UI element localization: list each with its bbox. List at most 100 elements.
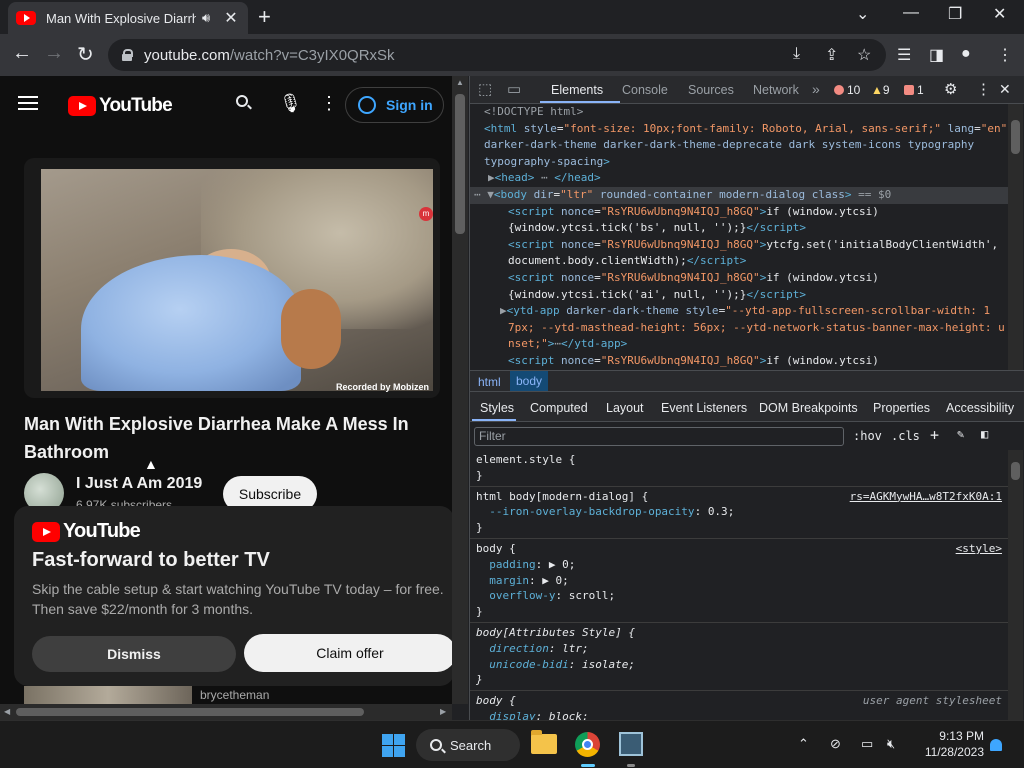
- file-explorer-icon[interactable]: [531, 730, 557, 754]
- rule-source-link[interactable]: <style>: [956, 541, 1002, 557]
- close-tab-icon[interactable]: ✕: [224, 8, 237, 28]
- microphone-icon[interactable]: 🎙︎: [279, 93, 302, 114]
- search-icon[interactable]: [236, 95, 248, 107]
- tab-properties[interactable]: Properties: [873, 401, 930, 415]
- tab-layout[interactable]: Layout: [606, 401, 644, 415]
- dom-line[interactable]: <script nonce="RsYRU6wUbnq9N4IQJ_h8GQ">i…: [470, 204, 1010, 221]
- tab-event-listeners[interactable]: Event Listeners: [661, 401, 747, 415]
- more-tabs-chevron-icon[interactable]: »: [812, 81, 820, 97]
- dom-line[interactable]: <script nonce="RsYRU6wUbnq9N4IQJ_h8GQ">y…: [470, 237, 1010, 254]
- recommended-video-thumbnail[interactable]: [24, 686, 192, 704]
- forward-button[interactable]: →: [44, 42, 64, 65]
- css-rule[interactable]: body { padding: ▶ 0; margin: ▶ 0; overfl…: [470, 539, 1008, 623]
- dom-line[interactable]: document.body.clientWidth);</script>: [470, 253, 1010, 270]
- windows-start-icon[interactable]: [382, 734, 405, 757]
- restore-button[interactable]: ❐: [948, 4, 962, 24]
- dom-scroll-thumb[interactable]: [1011, 120, 1020, 154]
- dom-tree-scrollbar[interactable]: [1008, 104, 1023, 370]
- network-icon[interactable]: ⊘: [830, 736, 841, 752]
- new-rule-plus-icon[interactable]: +: [930, 426, 939, 444]
- dom-line[interactable]: nset;">⋯</ytd-app>: [470, 336, 1010, 353]
- tab-dom-breakpoints[interactable]: DOM Breakpoints: [759, 401, 858, 415]
- tray-chevron-icon[interactable]: ⌃: [798, 736, 809, 752]
- dom-line-selected[interactable]: ⋯ ▼<body dir="ltr" rounded-container mod…: [470, 186, 1010, 204]
- dom-line[interactable]: typography-spacing>: [470, 154, 1010, 171]
- close-window-button[interactable]: ✕: [993, 4, 1006, 24]
- video-player[interactable]: m Recorded by Mobizen: [24, 158, 440, 398]
- hover-state-toggle[interactable]: :hov: [853, 429, 882, 443]
- page-horizontal-scrollbar[interactable]: ◀ ▶: [0, 704, 452, 720]
- scroll-left-arrow-icon[interactable]: ◀: [4, 707, 10, 716]
- minimize-button[interactable]: —: [903, 4, 919, 22]
- recommended-channel-name[interactable]: brycetheman: [200, 688, 269, 702]
- share-icon[interactable]: ⇪: [825, 45, 838, 65]
- youtube-logo[interactable]: YouTube: [68, 95, 173, 117]
- styles-scrollbar[interactable]: [1008, 450, 1023, 720]
- issues-badge[interactable]: 1: [904, 83, 924, 97]
- display-icon[interactable]: ▭: [861, 736, 873, 752]
- speaker-icon[interactable]: 🔊︎: [202, 10, 210, 26]
- tab-search-chevron-icon[interactable]: ⌄: [856, 4, 869, 24]
- breadcrumb-html[interactable]: html: [478, 375, 501, 389]
- clock-date[interactable]: 11/28/2023: [914, 745, 984, 759]
- tab-sources[interactable]: Sources: [688, 83, 734, 97]
- media-controls-icon[interactable]: ☰: [897, 45, 911, 65]
- video-frame[interactable]: m Recorded by Mobizen: [41, 169, 433, 392]
- taskbar-search[interactable]: Search: [416, 729, 520, 761]
- dom-line[interactable]: {window.ytcsi.tick('ai', null, '');}</sc…: [470, 287, 1010, 304]
- hamburger-menu-icon[interactable]: [18, 96, 38, 110]
- notification-bell-icon[interactable]: [990, 739, 1002, 751]
- rule-source-link[interactable]: rs=AGKMywHA…w8T2fxK0A:1: [850, 489, 1002, 505]
- dom-line[interactable]: ▶<ytd-app darker-dark-theme style="--ytd…: [470, 303, 1010, 320]
- dom-line[interactable]: darker-dark-theme darker-dark-theme-depr…: [470, 137, 1010, 154]
- claim-offer-button[interactable]: Claim offer: [244, 634, 452, 672]
- css-rule[interactable]: element.style { }: [470, 450, 1008, 487]
- errors-badge[interactable]: 10: [834, 83, 860, 97]
- dom-line[interactable]: <script nonce="RsYRU6wUbnq9N4IQJ_h8GQ">i…: [470, 353, 1010, 370]
- chrome-icon[interactable]: [575, 732, 600, 757]
- scroll-right-arrow-icon[interactable]: ▶: [440, 707, 446, 716]
- volume-icon[interactable]: 🔇︎: [887, 736, 895, 752]
- page-scroll-thumb[interactable]: [455, 94, 465, 234]
- dom-line[interactable]: <html style="font-size: 10px;font-family…: [470, 121, 1010, 138]
- scroll-up-arrow-icon[interactable]: ▲: [456, 78, 464, 87]
- tab-styles[interactable]: Styles: [480, 401, 514, 415]
- css-rule[interactable]: body { display: block; margin: ▶ 8px; us…: [470, 691, 1008, 720]
- tab-elements[interactable]: Elements: [551, 83, 603, 97]
- profile-icon[interactable]: ●: [961, 45, 971, 63]
- more-options-icon[interactable]: ⋮: [320, 93, 338, 114]
- dom-line[interactable]: <!DOCTYPE html>: [470, 104, 1010, 121]
- device-toolbar-icon[interactable]: ▭: [507, 80, 521, 98]
- warnings-badge[interactable]: ▲9: [871, 83, 890, 97]
- reload-button[interactable]: ↻: [77, 42, 94, 67]
- browser-tab[interactable]: Man With Explosive Diarrhea 🔊︎ ✕: [8, 2, 248, 34]
- app-icon[interactable]: [619, 732, 643, 756]
- devtools-menu-icon[interactable]: ⋮: [976, 80, 991, 98]
- bookmark-star-icon[interactable]: ☆: [857, 45, 871, 65]
- breadcrumb-body[interactable]: body: [510, 371, 549, 391]
- tab-network[interactable]: Network: [753, 83, 799, 97]
- css-rule[interactable]: body[Attributes Style] { direction: ltr;…: [470, 623, 1008, 692]
- dom-line[interactable]: {window.ytcsi.tick('bs', null, '');}</sc…: [470, 220, 1010, 237]
- class-toggle[interactable]: .cls: [891, 429, 920, 443]
- styles-scroll-thumb[interactable]: [1011, 462, 1020, 480]
- page-vertical-scrollbar[interactable]: ▲: [452, 76, 468, 704]
- menu-kebab-icon[interactable]: ⋮: [997, 45, 1013, 65]
- toggle-sidebar-icon[interactable]: ◧: [981, 427, 988, 441]
- back-button[interactable]: ←: [12, 42, 32, 65]
- tab-console[interactable]: Console: [622, 83, 668, 97]
- css-rules-list[interactable]: element.style { } html body[modern-dialo…: [470, 450, 1008, 720]
- dom-line[interactable]: 7px; --ytd-masthead-height: 56px; --ytd-…: [470, 320, 1010, 337]
- dom-line[interactable]: <script nonce="RsYRU6wUbnq9N4IQJ_h8GQ">i…: [470, 270, 1010, 287]
- tab-computed[interactable]: Computed: [530, 401, 588, 415]
- css-rule[interactable]: html body[modern-dialog] { --iron-overla…: [470, 487, 1008, 539]
- sign-in-button[interactable]: Sign in: [345, 87, 444, 123]
- new-tab-button[interactable]: +: [258, 4, 271, 30]
- install-icon[interactable]: ⤓: [793, 45, 800, 63]
- styles-filter-input[interactable]: Filter: [474, 427, 844, 446]
- page-hscroll-thumb[interactable]: [16, 708, 364, 716]
- settings-gear-icon[interactable]: ⚙: [944, 80, 957, 98]
- clock-time[interactable]: 9:13 PM: [924, 729, 984, 743]
- dismiss-button[interactable]: Dismiss: [32, 636, 236, 672]
- close-devtools-icon[interactable]: ✕: [999, 81, 1011, 98]
